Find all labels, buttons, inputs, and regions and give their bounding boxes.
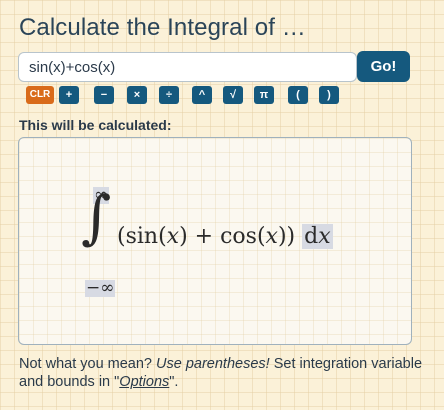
preview-heading: This will be calculated: [19,117,172,133]
differential-d: d [304,224,319,249]
help-emphasis: Use parentheses! [156,356,270,372]
close-paren-key[interactable]: ) [319,86,339,104]
go-button[interactable]: Go! [357,51,410,82]
options-link[interactable]: Options [119,374,169,390]
integral-preview: ∞ ∫ −∞ (sin(x) + cos(x)) dx [18,137,412,345]
divide-key[interactable]: ÷ [159,86,179,104]
integrand-expression: (sin(x) + cos(x)) dx [117,224,333,250]
expr-var-1: x [166,224,180,249]
clr-key[interactable]: CLR [26,86,54,104]
expr-var-2: x [265,224,278,249]
differential-variable: x [318,224,331,249]
pi-key[interactable]: π [254,86,274,104]
expr-open: (sin( [117,224,167,249]
sqrt-key[interactable]: √ [223,86,243,104]
page-title: Calculate the Integral of … [19,14,306,41]
expr-close: )) [277,224,296,249]
expr-mid: ) + cos( [179,224,266,249]
plus-key[interactable]: + [59,86,79,104]
integral-sign: ∫ [81,183,112,251]
expression-input[interactable] [18,52,357,82]
multiply-key[interactable]: × [127,86,147,104]
lower-bound: −∞ [85,278,116,298]
help-text-start: Not what you mean? [19,356,157,372]
help-text: Not what you mean? Use parentheses! Set … [19,355,429,391]
open-paren-key[interactable]: ( [288,86,308,104]
minus-key[interactable]: − [94,86,114,104]
power-key[interactable]: ^ [192,86,212,104]
differential: dx [302,224,333,249]
help-text-end: ". [169,374,179,390]
